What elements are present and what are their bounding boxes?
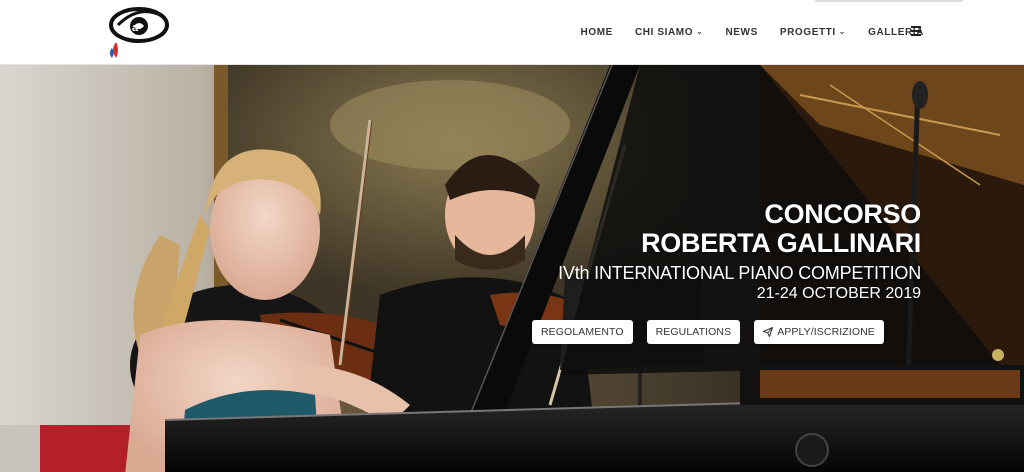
nav-item-label: CHI SIAMO — [634, 27, 694, 38]
nav-item-chi-siamo[interactable]: CHI SIAMO ⌄ — [635, 27, 704, 38]
chevron-down-icon: ⌄ — [838, 27, 847, 36]
svg-text:a: a — [132, 22, 139, 34]
nav-item-home[interactable]: HOME — [581, 27, 613, 38]
chevron-down-icon: ⌄ — [696, 27, 704, 36]
hero-dates: 21-24 OCTOBER 2019 — [756, 285, 921, 302]
button-label: REGULATIONS — [655, 326, 732, 338]
nav-item-news[interactable]: NEWS — [725, 27, 757, 38]
nav-item-progetti[interactable]: PROGETTI ⌄ — [780, 27, 846, 38]
hero-subtitle: IVth INTERNATIONAL PIANO COMPETITION — [558, 263, 921, 283]
hero-banner: CONCORSO ROBERTA GALLINARI IVth INTERNAT… — [0, 65, 1024, 472]
regulations-button[interactable]: REGULATIONS — [646, 320, 741, 344]
regolamento-button[interactable]: REGOLAMENTO — [532, 320, 633, 344]
nav-item-label: NEWS — [725, 27, 758, 38]
button-label: REGOLAMENTO — [541, 326, 624, 338]
button-label: APPLY/ISCRIZIONE — [777, 326, 875, 338]
nav-item-label: PROGETTI — [779, 27, 836, 38]
site-header: a HOME CHI SIAMO ⌄ NEWS PROGETTI ⌄ GALLE… — [0, 0, 1024, 65]
hero-button-group: REGOLAMENTO REGULATIONS APPLY/ISCRIZIONE — [532, 320, 884, 344]
main-nav: HOME CHI SIAMO ⌄ NEWS PROGETTI ⌄ GALLERI… — [581, 0, 924, 65]
hero-title-line-2: ROBERTA GALLINARI — [641, 228, 921, 258]
hero-heading-block: CONCORSO ROBERTA GALLINARI IVth INTERNAT… — [558, 200, 921, 304]
apply-button[interactable]: APPLY/ISCRIZIONE — [754, 320, 884, 344]
paper-plane-icon — [763, 327, 774, 337]
site-logo[interactable]: a — [106, 2, 174, 64]
hamburger-icon[interactable] — [911, 26, 921, 36]
nav-item-label: HOME — [580, 27, 613, 38]
hero-title-line-1: CONCORSO — [764, 199, 921, 229]
